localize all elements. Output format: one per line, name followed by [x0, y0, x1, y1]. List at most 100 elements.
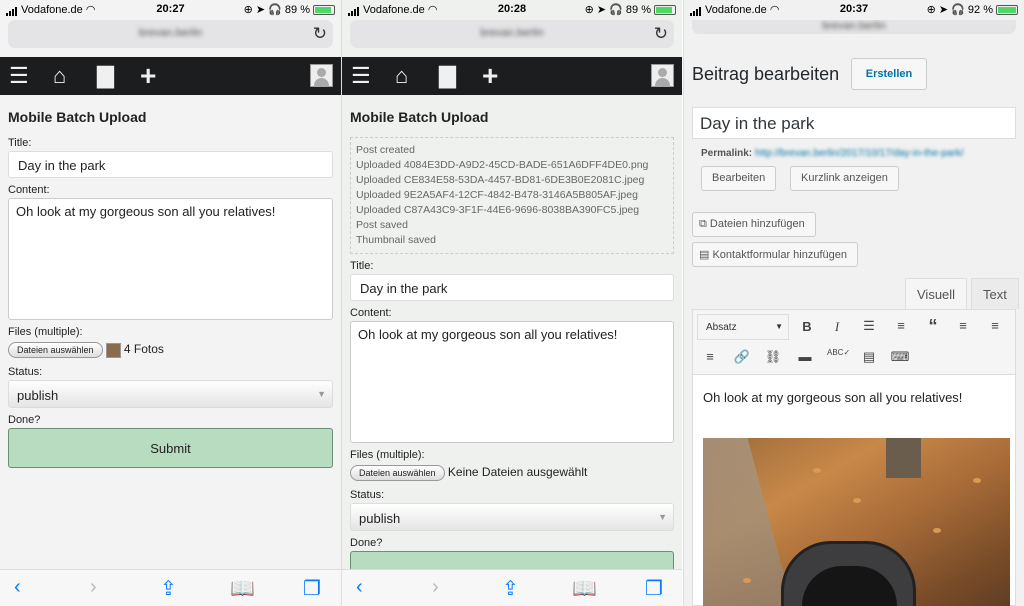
image-tree-trunk	[886, 438, 921, 478]
done-label: Done?	[350, 537, 383, 549]
avatar-icon[interactable]	[651, 64, 674, 87]
numbered-list-icon[interactable]: ≡	[891, 318, 911, 333]
bookmarks-icon[interactable]: 📖	[572, 576, 597, 601]
post-image[interactable]	[703, 438, 1010, 606]
address-bar[interactable]: brevan.berlin ↻	[8, 20, 333, 48]
chevron-down-icon: ▼	[317, 389, 326, 399]
permalink-label: Permalink:	[701, 148, 753, 159]
plus-icon[interactable]: +	[140, 62, 156, 90]
file-status: Keine Dateien ausgewählt	[447, 465, 588, 480]
log-line: Uploaded C87A43C9-3F1F-44E6-9696-8038BA3…	[356, 204, 640, 216]
add-media-button[interactable]: ⧉ Dateien hinzufügen	[692, 212, 816, 237]
add-contact-form-button[interactable]: ▤ Kontaktformular hinzufügen	[692, 242, 858, 267]
content-label: Content:	[350, 307, 392, 319]
title-input[interactable]: Day in the park	[8, 151, 333, 178]
status-select-value: publish	[359, 511, 401, 526]
title-input[interactable]: Day in the park	[350, 274, 674, 301]
blockquote-icon[interactable]: “	[923, 316, 943, 337]
address-bar[interactable]: brevan.berlin	[684, 20, 1024, 40]
share-icon[interactable]: ⇪	[502, 576, 519, 601]
log-line: Post created	[356, 144, 415, 156]
keyboard-icon[interactable]: ⌨	[890, 349, 910, 365]
tabs-icon[interactable]: ❐	[645, 576, 663, 601]
choose-files-button[interactable]: Dateien auswählen	[8, 342, 103, 358]
post-title-input[interactable]: Day in the park	[692, 107, 1016, 139]
edit-permalink-button[interactable]: Bearbeiten	[701, 166, 777, 191]
menu-icon[interactable]: ☰	[351, 63, 371, 89]
reload-icon[interactable]: ↻	[654, 24, 668, 44]
log-line: Uploaded 4084E3DD-A9D2-45CD-BADE-651A6DF…	[356, 159, 649, 171]
status-select[interactable]: publish ▼	[8, 380, 333, 408]
shortlink-button[interactable]: Kurzlink anzeigen	[790, 166, 899, 191]
status-label: Status:	[350, 489, 385, 501]
avatar-icon[interactable]	[310, 64, 333, 87]
title-label: Title:	[350, 260, 374, 272]
done-label: Done?	[8, 414, 41, 426]
status-bar: Vodafone.de ◠ 20:37 ⊕ ➤ 🎧 92 %	[684, 0, 1024, 18]
address-bar-minimized[interactable]: brevan.berlin	[692, 20, 1016, 34]
status-select-value: publish	[17, 388, 59, 403]
battery-icon	[654, 5, 676, 16]
battery-indicator: ⊕ ➤ 🎧 89 %	[244, 3, 335, 16]
forward-icon[interactable]: ›	[90, 576, 97, 599]
add-new-button[interactable]: Erstellen	[851, 58, 927, 90]
url-host: brevan.berlin	[138, 27, 203, 39]
bookmarks-icon[interactable]: 📖	[230, 576, 255, 601]
bold-icon[interactable]: B	[797, 319, 817, 334]
page-title: Mobile Batch Upload	[8, 109, 147, 125]
format-select[interactable]: Absatz ▼	[697, 314, 789, 340]
image-leaf	[933, 528, 941, 533]
upload-log: Post created Uploaded 4084E3DD-A9D2-45CD…	[350, 137, 674, 254]
toolbar-toggle-icon[interactable]: ▤	[859, 349, 879, 365]
align-right-icon[interactable]: ≡	[700, 349, 720, 364]
comment-icon[interactable]: ▇	[97, 63, 114, 89]
forward-icon[interactable]: ›	[432, 576, 439, 599]
submit-button[interactable]	[350, 551, 674, 571]
permalink-link[interactable]: http://brevan.berlin/2017/10/17/day-in-t…	[755, 148, 963, 159]
image-leaf	[743, 578, 751, 583]
image-leaf	[813, 468, 821, 473]
menu-icon[interactable]: ☰	[9, 63, 29, 89]
log-line: Uploaded 9E2A5AF4-12CF-4842-B478-3146A5B…	[356, 189, 638, 201]
back-icon[interactable]: ‹	[356, 576, 363, 599]
tabs-icon[interactable]: ❐	[303, 576, 321, 601]
align-left-icon[interactable]: ≡	[953, 318, 973, 333]
status-select[interactable]: publish ▼	[350, 503, 674, 531]
spellcheck-icon[interactable]: ABC✓	[827, 348, 850, 357]
editor-text[interactable]: Oh look at my gorgeous son all you relat…	[693, 375, 1015, 420]
photo-thumbnail	[105, 342, 121, 358]
log-line: Uploaded CE834E58-53DA-4457-BD81-6DE3B0E…	[356, 174, 645, 186]
image-leaf	[853, 498, 861, 503]
back-icon[interactable]: ‹	[14, 576, 21, 599]
page-title: Mobile Batch Upload	[350, 109, 489, 125]
choose-files-button[interactable]: Dateien auswählen	[350, 465, 445, 481]
plus-icon[interactable]: +	[482, 62, 498, 90]
unlink-icon[interactable]: ⛓	[763, 349, 783, 365]
editor-body[interactable]: Oh look at my gorgeous son all you relat…	[692, 375, 1016, 606]
tab-text[interactable]: Text	[971, 278, 1019, 309]
submit-button[interactable]: Submit	[8, 428, 333, 468]
status-bar: Vodafone.de ◠ 20:28 ⊕ ➤ 🎧 89 %	[342, 0, 682, 18]
home-icon[interactable]: ⌂	[395, 63, 408, 89]
content-label: Content:	[8, 184, 50, 196]
reload-icon[interactable]: ↻	[313, 24, 327, 44]
read-more-icon[interactable]: ▬	[795, 349, 815, 364]
file-picker-row: Dateien auswählen Keine Dateien ausgewäh…	[350, 465, 674, 483]
content-textarea[interactable]: Oh look at my gorgeous son all you relat…	[350, 321, 674, 443]
content-textarea[interactable]: Oh look at my gorgeous son all you relat…	[8, 198, 333, 320]
upload-form: Mobile Batch Upload Post created Uploade…	[350, 95, 674, 571]
media-icon: ⧉	[699, 218, 707, 230]
page-title: Beitrag bearbeiten	[692, 64, 840, 84]
bullet-list-icon[interactable]: ☰	[859, 318, 879, 334]
url-host: brevan.berlin	[480, 27, 544, 39]
tab-visual[interactable]: Visuell	[905, 278, 968, 309]
italic-icon[interactable]: I	[827, 319, 847, 335]
link-icon[interactable]: 🔗	[732, 349, 752, 365]
home-icon[interactable]: ⌂	[53, 63, 66, 89]
chevron-down-icon: ▼	[658, 512, 667, 522]
comment-icon[interactable]: ▇	[439, 63, 456, 89]
address-bar[interactable]: brevan.berlin ↻	[350, 20, 674, 48]
battery-icon	[313, 5, 335, 16]
align-center-icon[interactable]: ≡	[985, 318, 1005, 333]
share-icon[interactable]: ⇪	[160, 576, 177, 601]
